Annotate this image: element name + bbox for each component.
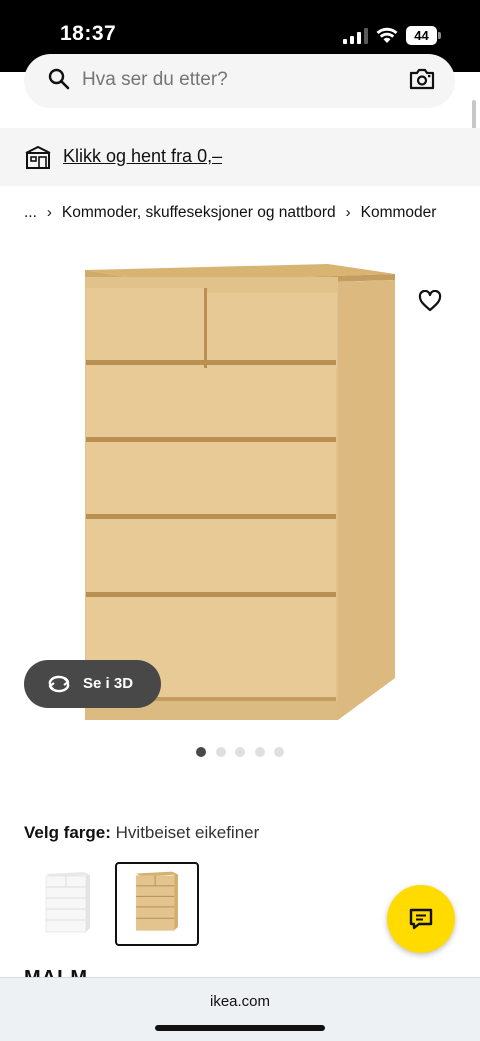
camera-search-icon[interactable]: [409, 67, 435, 91]
product-image[interactable]: [80, 258, 400, 724]
color-label: Velg farge:: [24, 823, 111, 842]
view-in-3d-button[interactable]: Se i 3D: [24, 660, 161, 708]
favorite-heart-icon[interactable]: [418, 290, 442, 312]
status-time: 18:37: [60, 22, 117, 45]
click-and-collect-link[interactable]: Klikk og hent fra 0,–: [63, 145, 222, 167]
color-value: Hvitbeiset eikefiner: [115, 823, 260, 842]
chat-icon: [409, 908, 433, 930]
product-page: 18:37 44 Hva ser du etter? Klikk og hent…: [0, 0, 480, 1041]
color-selection: Velg farge: Hvitbeiset eikefiner: [24, 822, 259, 844]
url-text[interactable]: ikea.com: [0, 992, 480, 1012]
color-swatch-oak-selected[interactable]: [115, 862, 199, 946]
wifi-icon: [376, 27, 398, 43]
breadcrumb-ellipsis[interactable]: ...: [24, 203, 37, 223]
color-swatch-white[interactable]: [26, 862, 110, 946]
pagination-dot[interactable]: [196, 747, 206, 757]
breadcrumb-item-dressers-category[interactable]: Kommoder, skuffeseksjoner og nattbord: [62, 203, 336, 223]
browser-address-bar[interactable]: ikea.com: [0, 977, 480, 1041]
pagination-dot[interactable]: [235, 747, 245, 757]
chevron-right-icon: ›: [46, 204, 52, 221]
search-input[interactable]: [82, 68, 382, 92]
pagination-dot[interactable]: [274, 747, 284, 757]
battery-icon: 44: [406, 26, 442, 45]
click-and-collect-banner[interactable]: Klikk og hent fra 0,–: [0, 128, 480, 186]
rotate-3d-icon: [48, 675, 70, 693]
home-indicator: [155, 1025, 325, 1031]
store-icon: [25, 145, 51, 169]
breadcrumb: ... › Kommoder, skuffeseksjoner og nattbor…: [24, 203, 436, 223]
search-icon: [48, 68, 70, 90]
chevron-right-icon: ›: [345, 204, 351, 221]
breadcrumb-item-dressers[interactable]: Kommoder: [361, 203, 437, 223]
pagination-dot[interactable]: [215, 747, 226, 757]
chat-button[interactable]: [387, 885, 455, 953]
pagination-dot[interactable]: [254, 747, 265, 757]
search-bar[interactable]: [24, 54, 455, 108]
view-in-3d-label: Se i 3D: [83, 675, 134, 692]
battery-level: 44: [414, 28, 429, 43]
cellular-signal-icon: [343, 28, 368, 44]
